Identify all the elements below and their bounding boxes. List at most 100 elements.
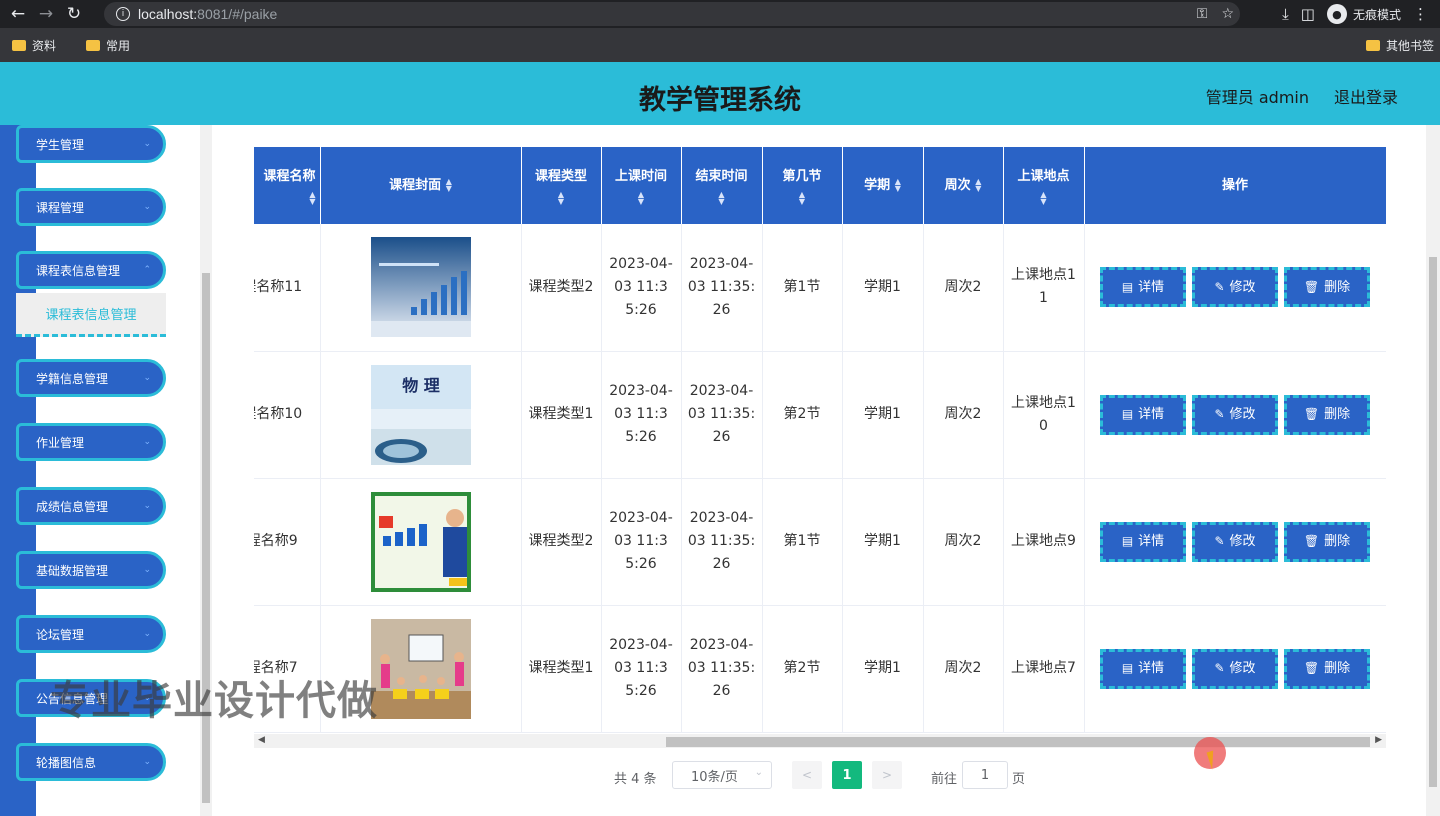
sort-icon[interactable]: ▲ ▼ [975, 178, 981, 193]
cell-actions: ▤ 详情 ✎ 修改 🗑 删除 [1084, 224, 1386, 352]
bookmark-label: 资料 [32, 38, 57, 53]
submenu-item-schedule[interactable]: 课程表信息管理 [16, 293, 166, 337]
page-scrollbar[interactable] [1426, 125, 1440, 816]
sort-icon[interactable]: ▲ ▼ [895, 178, 901, 193]
course-cover-image [370, 491, 471, 592]
scroll-right-icon[interactable]: ▶ [1375, 735, 1382, 745]
detail-button[interactable]: ▤ 详情 [1100, 394, 1186, 435]
menu-dots-icon[interactable]: ⋮ [1413, 5, 1428, 23]
sidebar-item-homework[interactable]: 作业管理 ⌄ [16, 423, 166, 461]
delete-button[interactable]: 🗑 删除 [1284, 648, 1370, 689]
incognito-icon: ● [1326, 4, 1347, 24]
logout-link[interactable]: 退出登录 [1334, 84, 1398, 108]
delete-label: 删除 [1324, 661, 1351, 676]
detail-button[interactable]: ▤ 详情 [1100, 648, 1186, 689]
col-header-section[interactable]: 第几节 ▲ ▼ [762, 147, 843, 224]
delete-button[interactable]: 🗑 删除 [1284, 521, 1370, 562]
cell-section: 第2节 [762, 351, 843, 479]
detail-button[interactable]: ▤ 详情 [1100, 521, 1186, 562]
trash-icon: 🗑 [1303, 661, 1320, 675]
chevron-down-icon: ⌄ [143, 202, 151, 212]
document-icon: ▤ [1121, 279, 1134, 294]
cell-start: 2023-04-03 11:35:26 [601, 478, 682, 606]
chevron-down-icon: ⌄ [143, 501, 151, 511]
edit-button[interactable]: ✎ 修改 [1192, 267, 1278, 308]
pencil-icon: ✎ [1214, 279, 1225, 294]
bookmark-label: 常用 [106, 38, 131, 53]
sidebar-item-grades[interactable]: 成绩信息管理 ⌄ [16, 487, 166, 525]
scrollbar-thumb[interactable] [1429, 257, 1437, 787]
cell-start: 2023-04-03 11:35:26 [601, 224, 682, 352]
sort-icon[interactable]: ▲ ▼ [254, 190, 315, 205]
forward-icon[interactable]: → [32, 0, 60, 28]
delete-button[interactable]: 🗑 删除 [1284, 267, 1370, 308]
sidebar-item-label: 作业管理 [36, 435, 85, 450]
table-row: 课程名称9课程类型22023-04-03 11:35:262023-04-03 … [254, 478, 1386, 606]
sort-icon[interactable]: ▲ ▼ [1008, 190, 1080, 205]
sidebar-item-basedata[interactable]: 基础数据管理 ⌄ [16, 551, 166, 589]
sort-icon[interactable]: ▲ ▼ [526, 190, 597, 205]
delete-button[interactable]: 🗑 删除 [1284, 394, 1370, 435]
page-size-select[interactable]: 10条/页 ⌄ [672, 761, 772, 789]
chevron-down-icon: ⌄ [143, 373, 151, 383]
key-icon[interactable]: ⚿ [1197, 6, 1208, 22]
sidebar-item-label: 论坛管理 [36, 627, 85, 642]
sidebar-item-enrollment[interactable]: 学籍信息管理 ⌄ [16, 359, 166, 397]
incognito-badge[interactable]: ● 无痕模式 [1326, 4, 1401, 24]
cell-place: 上课地点9 [1003, 478, 1085, 606]
back-icon[interactable]: ← [4, 0, 32, 28]
goto-page-input[interactable]: 1 [962, 761, 1008, 789]
col-header-place[interactable]: 上课地点 ▲ ▼ [1003, 147, 1085, 224]
col-header-cover[interactable]: 课程封面 ▲ ▼ [320, 147, 522, 224]
info-icon[interactable]: i [116, 7, 130, 21]
col-header-start[interactable]: 上课时间 ▲ ▼ [601, 147, 682, 224]
sidebar-item-forum[interactable]: 论坛管理 ⌄ [16, 615, 166, 653]
goto-suffix: 页 [1012, 772, 1026, 787]
next-page-button[interactable]: > [872, 761, 902, 789]
sidebar-item-schedule[interactable]: 课程表信息管理 ⌃ [16, 251, 166, 289]
cell-cover [320, 224, 522, 352]
edit-button[interactable]: ✎ 修改 [1192, 521, 1278, 562]
sidepanel-icon[interactable]: ◫ [1301, 5, 1315, 23]
edit-button[interactable]: ✎ 修改 [1192, 648, 1278, 689]
page-number-current[interactable]: 1 [832, 761, 862, 789]
cell-name: 课程名称11 [254, 224, 321, 352]
cell-week: 周次2 [923, 478, 1004, 606]
col-header-term[interactable]: 学期 ▲ ▼ [842, 147, 924, 224]
reload-icon[interactable]: ↻ [60, 0, 88, 28]
table-row: 课程名称11课程类型22023-04-03 11:35:262023-04-03… [254, 224, 1386, 352]
sidebar-item-label: 基础数据管理 [36, 563, 109, 578]
col-header-week[interactable]: 周次 ▲ ▼ [923, 147, 1004, 224]
sort-icon[interactable]: ▲ ▼ [446, 178, 452, 193]
cell-type: 课程类型1 [521, 605, 602, 733]
cell-week: 周次2 [923, 605, 1004, 733]
cell-term: 学期1 [842, 351, 924, 479]
edit-button[interactable]: ✎ 修改 [1192, 394, 1278, 435]
col-header-type[interactable]: 课程类型 ▲ ▼ [521, 147, 602, 224]
cell-cover: 物 理 [320, 351, 522, 479]
col-header-name[interactable]: 课程名称 ▲ ▼ [254, 147, 321, 224]
prev-page-button[interactable]: < [792, 761, 822, 789]
star-icon[interactable]: ☆ [1221, 6, 1234, 22]
sidebar-item-students[interactable]: 学生管理 ⌄ [16, 125, 166, 163]
sort-icon[interactable]: ▲ ▼ [606, 190, 677, 205]
sidebar-item-label: 轮播图信息 [36, 755, 97, 770]
sort-icon[interactable]: ▲ ▼ [767, 190, 838, 205]
other-bookmarks[interactable]: 其他书签 [1365, 28, 1434, 62]
download-icon[interactable]: ⤓ [1282, 5, 1289, 23]
detail-button[interactable]: ▤ 详情 [1100, 267, 1186, 308]
sidebar-item-courses[interactable]: 课程管理 ⌄ [16, 188, 166, 226]
scroll-left-icon[interactable]: ◀ [258, 735, 265, 745]
scrollbar-thumb[interactable] [666, 737, 1370, 747]
bookmark-folder[interactable]: 常用 [86, 37, 130, 54]
sidebar-item-carousel[interactable]: 轮播图信息 ⌄ [16, 743, 166, 781]
detail-label: 详情 [1138, 407, 1165, 422]
cell-place: 上课地点10 [1003, 351, 1085, 479]
cell-start: 2023-04-03 11:35:26 [601, 605, 682, 733]
col-header-actions: 操作 [1084, 147, 1386, 224]
address-bar[interactable]: i localhost: 8081/#/paike ⚿ ☆ [104, 2, 1240, 26]
bookmark-folder[interactable]: 资料 [12, 37, 56, 54]
cell-cover [320, 478, 522, 606]
col-header-end[interactable]: 结束时间 ▲ ▼ [681, 147, 763, 224]
sort-icon[interactable]: ▲ ▼ [686, 190, 758, 205]
